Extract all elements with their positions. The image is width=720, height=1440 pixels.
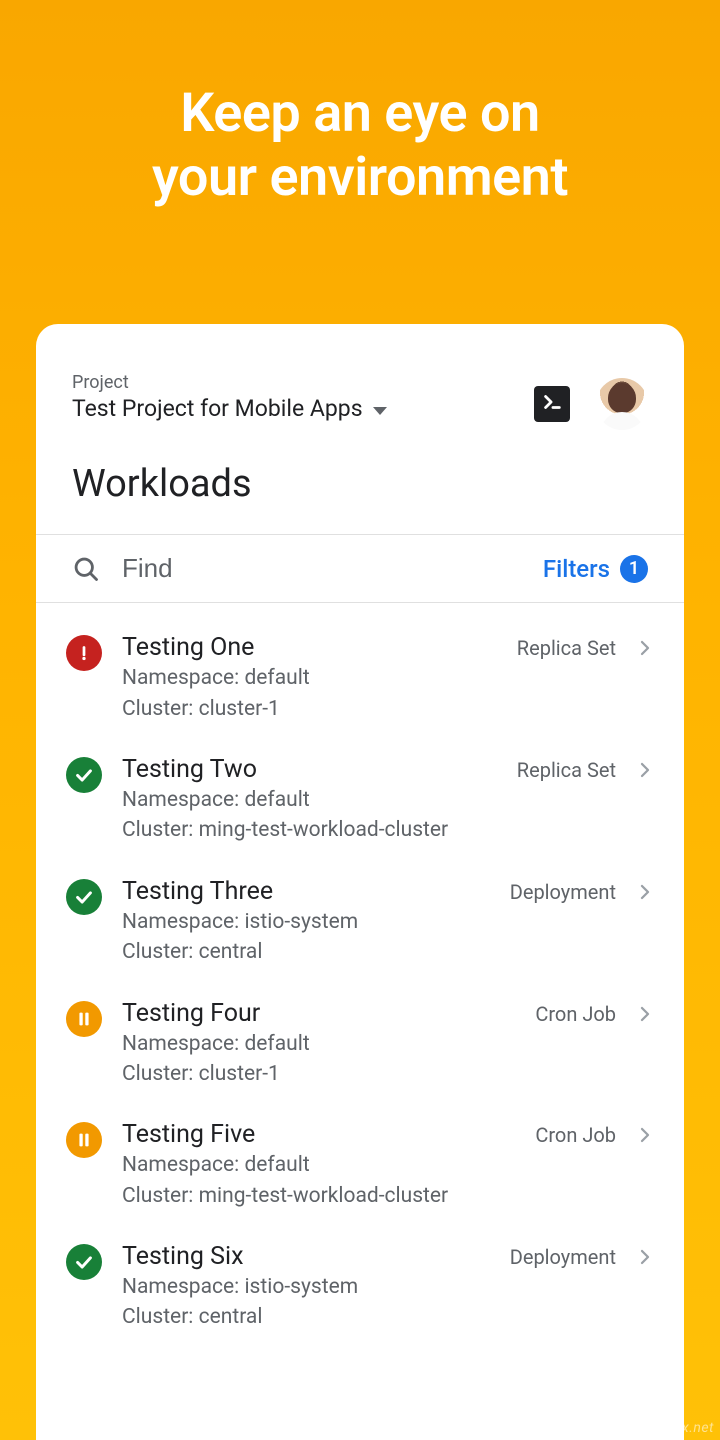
workload-name: Testing Four: [122, 999, 260, 1028]
terminal-icon: [541, 391, 563, 418]
workload-type: Replica Set: [517, 758, 616, 782]
workload-cluster: Cluster: central: [122, 938, 616, 966]
project-name: Test Project for Mobile Apps: [72, 395, 363, 422]
check-icon: [73, 764, 95, 786]
workload-cluster: Cluster: cluster-1: [122, 1060, 616, 1088]
cloud-shell-button[interactable]: [534, 386, 570, 422]
chevron-right-icon: [636, 639, 654, 657]
project-selector[interactable]: Project Test Project for Mobile Apps: [72, 372, 534, 422]
status-badge: [66, 1001, 102, 1037]
workload-type: Cron Job: [535, 1002, 616, 1026]
workload-namespace: Namespace: default: [122, 786, 616, 814]
workload-namespace: Namespace: default: [122, 664, 616, 692]
workload-name: Testing Three: [122, 877, 273, 906]
status-badge: [66, 635, 102, 671]
workload-name: Testing Two: [122, 755, 257, 784]
chevron-right-icon: [636, 1005, 654, 1023]
check-icon: [73, 1251, 95, 1273]
avatar[interactable]: [596, 378, 648, 430]
status-badge: [66, 1122, 102, 1158]
chevron-right-icon: [636, 1248, 654, 1266]
status-badge: [66, 879, 102, 915]
workload-name: Testing Six: [122, 1242, 244, 1271]
app-card: Project Test Project for Mobile Apps Wor…: [36, 324, 684, 1440]
workload-row[interactable]: Testing Six Deployment Namespace: istio-sy…: [36, 1242, 684, 1364]
hero-line-2: your environment: [152, 146, 568, 210]
workload-cluster: Cluster: central: [122, 1303, 616, 1331]
workload-row[interactable]: Testing Two Replica Set Namespace: default…: [36, 755, 684, 877]
workload-row[interactable]: Testing One Replica Set Namespace: default…: [36, 633, 684, 755]
workload-body: Testing Three Deployment Namespace: istio-…: [122, 877, 616, 967]
status-badge: [66, 1244, 102, 1280]
workload-body: Testing Five Cron Job Namespace: default Cl…: [122, 1120, 616, 1210]
workload-namespace: Namespace: default: [122, 1030, 616, 1058]
workload-namespace: Namespace: istio-system: [122, 1273, 616, 1301]
watermark: www.kkx.net: [632, 1420, 714, 1436]
chevron-down-icon: [373, 407, 387, 415]
check-icon: [73, 886, 95, 908]
chevron-right-icon: [636, 761, 654, 779]
workload-type: Deployment: [510, 880, 616, 904]
workload-cluster: Cluster: ming-test-workload-cluster: [122, 816, 616, 844]
workload-row[interactable]: Testing Five Cron Job Namespace: default Cl…: [36, 1120, 684, 1242]
filters-button[interactable]: Filters 1: [543, 555, 648, 583]
workload-namespace: Namespace: default: [122, 1151, 616, 1179]
status-badge: [66, 757, 102, 793]
workload-body: Testing Six Deployment Namespace: istio-sy…: [122, 1242, 616, 1332]
chevron-right-icon: [636, 1126, 654, 1144]
workload-type: Replica Set: [517, 636, 616, 660]
workload-list: Testing One Replica Set Namespace: default…: [36, 603, 684, 1363]
workload-namespace: Namespace: istio-system: [122, 908, 616, 936]
workload-body: Testing Two Replica Set Namespace: default…: [122, 755, 616, 845]
search-bar: Filters 1: [36, 534, 684, 603]
workload-body: Testing Four Cron Job Namespace: defaultCl…: [122, 999, 616, 1089]
workload-body: Testing One Replica Set Namespace: default…: [122, 633, 616, 723]
workload-cluster: Cluster: cluster-1: [122, 695, 616, 723]
pause-icon: [73, 1129, 95, 1151]
hero-line-1: Keep an eye on: [152, 82, 568, 146]
error-icon: [73, 642, 95, 664]
app-header: Project Test Project for Mobile Apps: [36, 324, 684, 430]
search-input[interactable]: [122, 553, 521, 584]
workload-row[interactable]: Testing Three Deployment Namespace: istio-…: [36, 877, 684, 999]
hero-headline: Keep an eye on your environment: [152, 82, 568, 209]
workload-type: Deployment: [510, 1245, 616, 1269]
filters-count-badge: 1: [620, 555, 648, 583]
chevron-right-icon: [636, 883, 654, 901]
search-icon: [72, 555, 100, 583]
page-title: Workloads: [36, 430, 684, 534]
pause-icon: [73, 1008, 95, 1030]
workload-cluster: Cluster: ming-test-workload-cluster: [122, 1182, 616, 1210]
workload-row[interactable]: Testing Four Cron Job Namespace: defaultCl…: [36, 999, 684, 1121]
workload-name: Testing Five: [122, 1120, 255, 1149]
workload-name: Testing One: [122, 633, 254, 662]
project-label: Project: [72, 372, 534, 393]
workload-type: Cron Job: [535, 1123, 616, 1147]
filters-label: Filters: [543, 555, 610, 583]
